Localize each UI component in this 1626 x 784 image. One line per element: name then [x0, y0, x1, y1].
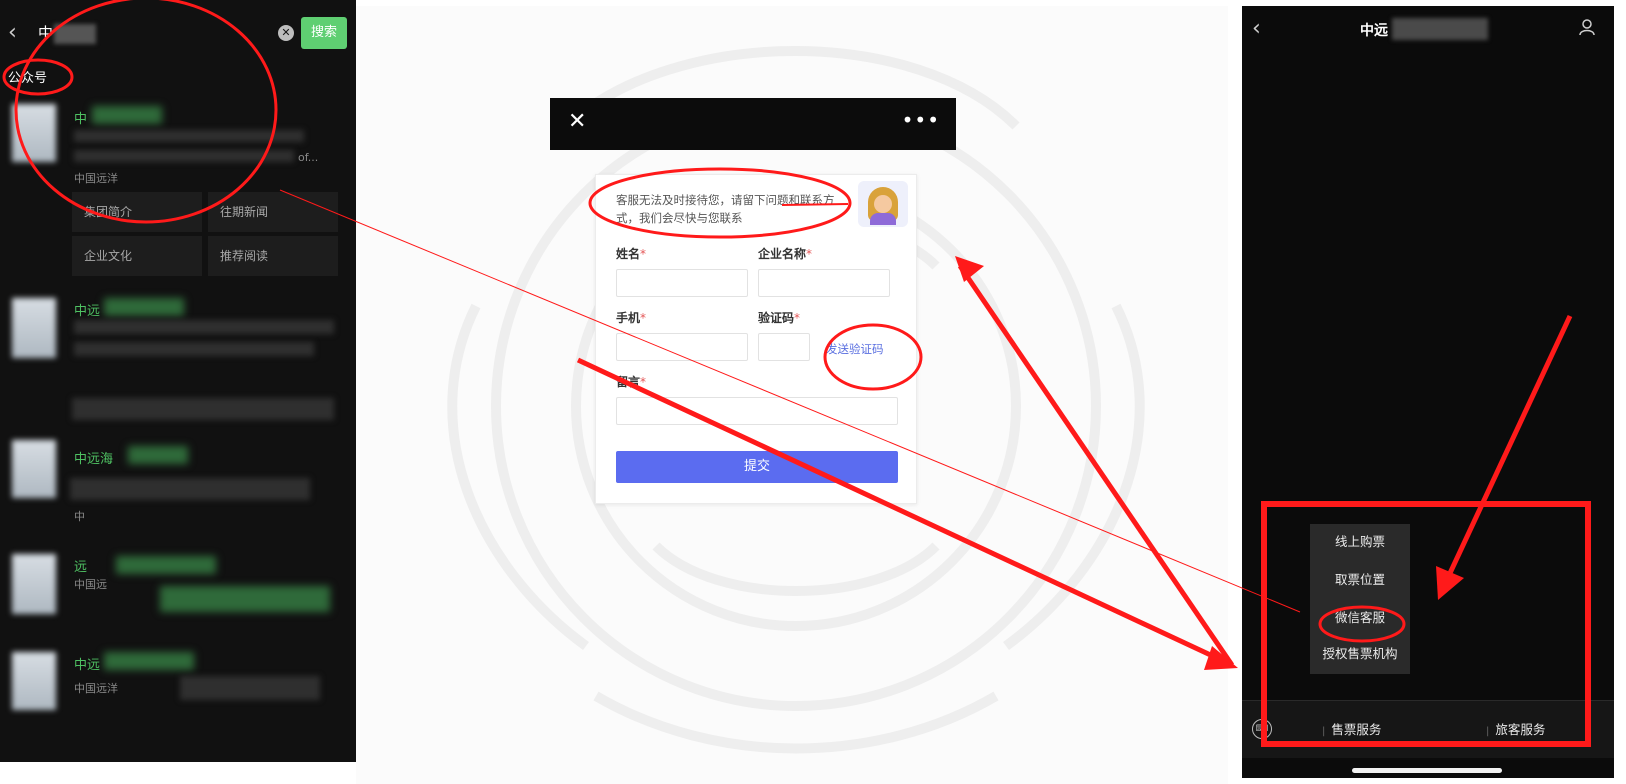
menu-item-group-intro[interactable]: 集团简介: [72, 192, 202, 232]
menu-item-recommended-reading[interactable]: 推荐阅读: [208, 236, 338, 276]
wechat-search-results-screen: ‹ 中 ✕ 搜索 公众号 中 of... 中国远洋 集团简介 往期新闻 企业文化…: [0, 0, 356, 762]
contact-form-card: 客服无法及时接待您，请留下问题和联系方式，我们会尽快与您联系 姓名* 企业名称*…: [595, 174, 917, 504]
submit-button[interactable]: 提交: [616, 451, 898, 483]
account-sub-text: 中国远洋: [74, 682, 118, 695]
person-icon[interactable]: [1578, 18, 1596, 36]
account-sub-text: 中国远洋: [74, 172, 118, 185]
account-sub-text: 中国远: [74, 578, 107, 591]
keyboard-icon[interactable]: ⌨: [1252, 719, 1272, 739]
tab-ticket-service[interactable]: | 售票服务: [1322, 719, 1381, 738]
account-title: 中远: [1360, 23, 1388, 39]
search-button[interactable]: 搜索: [301, 17, 347, 49]
official-accounts-section-label: 公众号: [8, 71, 48, 86]
account-avatar[interactable]: [12, 298, 56, 358]
blurred-account-name: [128, 446, 188, 464]
back-chevron-icon[interactable]: ‹: [8, 22, 17, 44]
blurred-account-name: [116, 556, 216, 574]
search-input[interactable]: 中: [38, 22, 53, 43]
webview-top-bar: ✕ •••: [550, 98, 956, 150]
official-account-chat-screen: ‹ 中远 线上购票 取票位置 微信客服 授权售票机构 ⌨ | 售票服务 | 旅客服务: [1242, 6, 1614, 778]
message-field-label: 留言*: [616, 375, 647, 389]
account-avatar[interactable]: [12, 652, 56, 710]
bottom-menu-bar: ⌨ | 售票服务 | 旅客服务: [1242, 700, 1614, 758]
truncated-text: of...: [298, 151, 319, 164]
account-avatar[interactable]: [12, 104, 56, 162]
account-avatar[interactable]: [12, 554, 56, 614]
blurred-query-text: [54, 24, 96, 44]
blurred-description: [180, 676, 320, 700]
verification-code-input[interactable]: [758, 333, 810, 361]
name-field-label: 姓名*: [616, 247, 647, 261]
service-agent-avatar-icon: [858, 181, 908, 227]
form-intro-text: 客服无法及时接待您，请留下问题和联系方式，我们会尽快与您联系: [616, 193, 835, 225]
account-name[interactable]: 远: [74, 556, 87, 575]
menu-item-past-news[interactable]: 往期新闻: [208, 192, 338, 232]
menu-item-ticket-location[interactable]: 取票位置: [1310, 562, 1410, 598]
blurred-description: [160, 586, 330, 612]
account-name[interactable]: 中远海: [74, 448, 113, 467]
blurred-description: [70, 478, 310, 500]
clear-search-icon[interactable]: ✕: [278, 25, 294, 41]
menu-item-corporate-culture[interactable]: 企业文化: [72, 236, 202, 276]
menu-item-online-ticket[interactable]: 线上购票: [1310, 524, 1410, 560]
blurred-menu-row: [72, 398, 334, 420]
close-icon[interactable]: ✕: [568, 109, 586, 134]
account-name[interactable]: 中远: [74, 300, 100, 319]
phone-input[interactable]: [616, 333, 748, 361]
home-indicator: [1352, 768, 1502, 773]
account-avatar[interactable]: [12, 440, 56, 498]
account-sub-text: 中: [74, 510, 85, 523]
blurred-description: [74, 320, 334, 334]
more-options-icon[interactable]: •••: [902, 108, 940, 132]
message-input[interactable]: [616, 397, 898, 425]
search-bar: ‹ 中 ✕ 搜索: [0, 0, 356, 66]
screenshot-stage: ‹ 中 ✕ 搜索 公众号 中 of... 中国远洋 集团简介 往期新闻 企业文化…: [0, 0, 1626, 784]
blurred-title: [1392, 18, 1488, 40]
company-input[interactable]: [758, 269, 890, 297]
code-field-label: 验证码*: [758, 311, 801, 325]
menu-item-wechat-service[interactable]: 微信客服: [1310, 600, 1410, 636]
menu-item-authorized-agents[interactable]: 授权售票机构: [1310, 636, 1410, 672]
send-code-button[interactable]: 发送验证码: [826, 341, 884, 357]
blurred-account-name: [104, 652, 194, 670]
blurred-account-name: [104, 298, 184, 316]
blurred-account-name: [92, 106, 162, 124]
account-name[interactable]: 中远: [74, 654, 100, 673]
blurred-description: [74, 150, 294, 162]
blurred-description: [74, 342, 314, 356]
company-field-label: 企业名称*: [758, 247, 813, 261]
account-name[interactable]: 中: [74, 108, 87, 127]
phone-field-label: 手机*: [616, 311, 647, 325]
tab-passenger-service[interactable]: | 旅客服务: [1486, 719, 1545, 738]
blurred-description: [74, 130, 304, 142]
name-input[interactable]: [616, 269, 748, 297]
service-submenu: 线上购票 取票位置 微信客服 授权售票机构: [1310, 524, 1410, 674]
back-chevron-icon[interactable]: ‹: [1252, 18, 1261, 40]
